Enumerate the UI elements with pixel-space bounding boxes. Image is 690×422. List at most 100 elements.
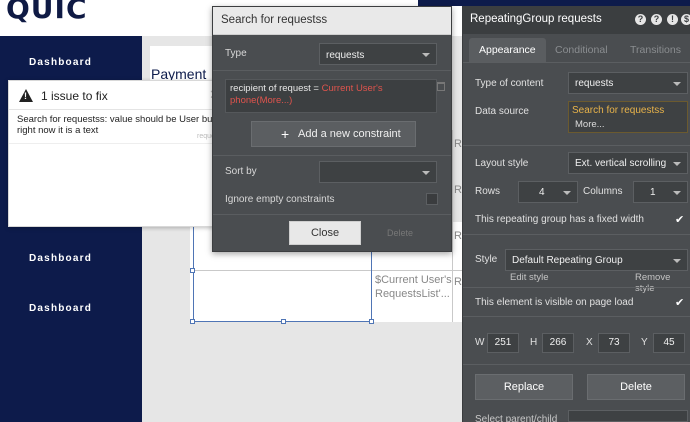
divider [213,70,451,71]
columns-value: 1 [650,187,656,198]
delete-button[interactable]: Delete [587,374,685,400]
tab-appearance[interactable]: Appearance [469,38,546,62]
warning-icon [19,89,33,102]
ignore-empty-checkbox[interactable] [426,193,438,205]
chevron-down-icon [673,162,681,166]
style-value: Default Repeating Group [512,255,623,266]
constraint-value-more[interactable]: phone(More...) [230,95,292,106]
layout-style-label: Layout style [475,158,529,169]
chevron-down-icon [673,82,681,86]
data-source-field[interactable]: Search for requestss More... [568,101,688,133]
sidebar-item-dashboard[interactable]: Dashboard [29,253,92,264]
content-type-value: requests [575,78,614,89]
divider [463,287,690,288]
x-label: X [586,337,593,348]
property-editor-title: RepeatingGroup requests [470,13,602,25]
type-select[interactable]: requests [319,43,437,65]
fixed-width-label: This repeating group has a fixed width [475,214,644,225]
chevron-down-icon [422,53,430,57]
plus-icon: + [281,126,290,142]
ignore-empty-label: Ignore empty constraints [225,194,335,205]
cell-text: R [454,138,462,150]
sidebar-item-dashboard[interactable]: Dashboard [29,57,92,68]
select-parent-label: Select parent/child [475,414,558,422]
width-input[interactable]: 251 [487,333,519,353]
issue-message[interactable]: Search for requestss: value should be Us… [17,114,217,136]
app-logo: QUIC [6,0,88,25]
info-icon[interactable]: ? [651,14,662,25]
height-input[interactable]: 266 [542,333,574,353]
divider [463,234,690,235]
layout-style-value: Ext. vertical scrolling [575,158,667,169]
constraint-field[interactable]: recipient of request = [230,83,319,94]
property-editor: RepeatingGroup requests ? ? ! $ Appearan… [462,6,690,422]
divider [463,145,690,146]
visible-on-load-checkbox[interactable]: ✔ [675,298,686,309]
resize-handle[interactable] [281,319,286,324]
data-source-more[interactable]: More... [575,119,605,130]
sort-label: Sort by [225,166,257,177]
columns-label: Columns [583,186,623,197]
visible-on-load-label: This element is visible on page load [475,297,634,308]
chevron-down-icon [673,259,681,263]
divider [213,214,451,215]
resize-handle[interactable] [190,319,195,324]
search-dialog: Search for requestss Type requests recip… [212,6,452,252]
add-constraint-button[interactable]: + Add a new constraint [251,121,416,147]
cell-text: R [454,184,462,196]
add-constraint-label: Add a new constraint [298,128,401,140]
constraint-value[interactable]: Current User's [322,83,383,94]
help-icon[interactable]: ? [635,14,646,25]
trash-icon[interactable] [437,82,445,91]
type-label: Type [225,48,247,59]
rows-select[interactable]: 4 [518,181,578,203]
chevron-down-icon [673,191,681,195]
issue-popup: 1 issue to fix ✕ Search for requestss: v… [8,80,220,227]
sidebar-item-dashboard[interactable]: Dashboard [29,303,92,314]
remove-style-link[interactable]: Remove style [635,272,690,294]
property-editor-header: RepeatingGroup requests ? ? ! $ [463,6,690,34]
resize-handle[interactable] [190,268,195,273]
cell-text: R [454,276,462,288]
style-label: Style [475,254,498,265]
sort-select[interactable] [319,161,437,183]
data-source-value[interactable]: Search for requestss [572,105,664,116]
replace-button[interactable]: Replace [475,374,573,400]
constraint-row[interactable]: recipient of request = Current User's ph… [225,79,437,113]
content-type-label: Type of content [475,78,544,89]
divider [463,364,690,365]
columns-select[interactable]: 1 [633,181,688,203]
layout-style-select[interactable]: Ext. vertical scrolling [568,152,688,174]
edit-style-link[interactable]: Edit style [510,272,549,283]
cell-text: $Current User's RequestsList'... [375,274,452,300]
x-input[interactable]: 73 [598,333,630,353]
y-input[interactable]: 45 [653,333,685,353]
issue-header: 1 issue to fix ✕ [9,81,220,110]
divider [463,62,690,63]
width-label: W [475,337,485,348]
divider [463,316,690,317]
rows-label: Rows [475,186,501,197]
cell-text: R [454,230,462,242]
style-select[interactable]: Default Repeating Group [505,249,688,271]
tab-transitions[interactable]: Transitions [620,38,690,62]
property-tabs: Appearance Conditional Transitions [463,36,690,62]
data-source-label: Data source [475,106,529,117]
rows-value: 4 [539,187,545,198]
tab-conditional[interactable]: Conditional [545,38,618,62]
chevron-down-icon [422,171,430,175]
type-select-value: requests [326,50,365,61]
height-label: H [530,337,538,348]
cost-icon[interactable]: $ [681,14,690,25]
resize-handle[interactable] [369,319,374,324]
y-label: Y [641,337,648,348]
fixed-width-checkbox[interactable]: ✔ [675,215,686,226]
select-parent-select[interactable] [568,410,688,422]
divider [213,155,451,156]
divider [9,143,219,144]
chevron-down-icon [563,191,571,195]
close-button[interactable]: Close [289,221,361,245]
content-type-select[interactable]: requests [568,72,688,94]
delete-button[interactable]: Delete [387,228,413,238]
alert-icon[interactable]: ! [667,14,678,25]
